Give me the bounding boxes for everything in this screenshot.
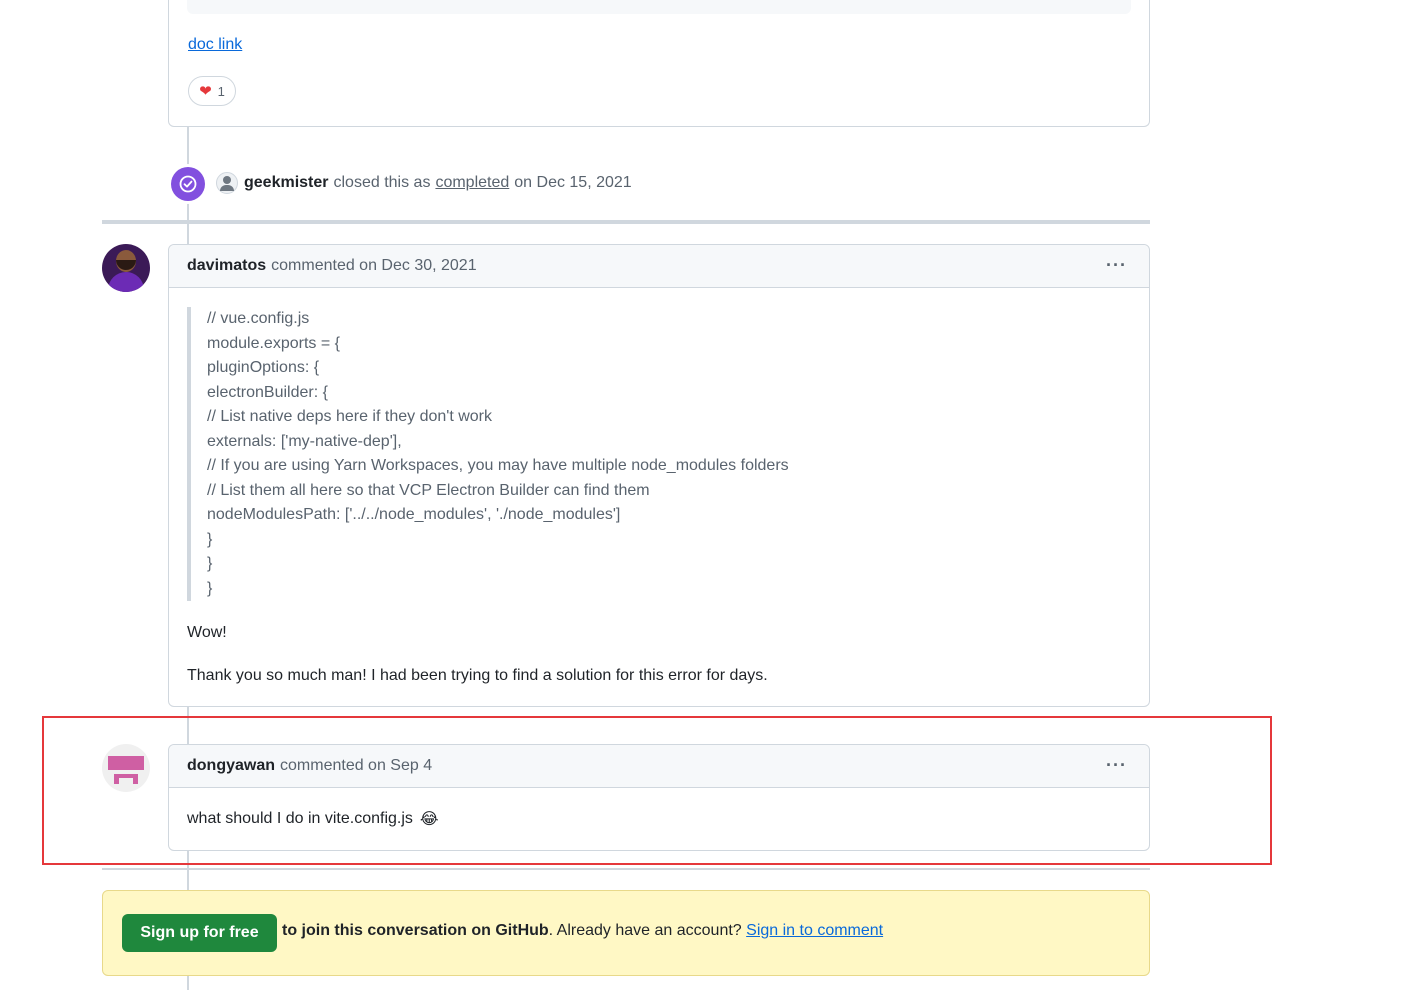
comment-meta[interactable]: commented on Sep 4 [280, 757, 432, 775]
heart-icon: ❤ [199, 83, 212, 100]
code-line: // vue.config.js [207, 310, 310, 327]
code-line: // List native deps here if they don't w… [207, 408, 492, 425]
comment-body: what should I do in vite.config.js 😂 [187, 809, 439, 829]
signup-text-bold: to join this conversation on GitHub [282, 922, 549, 939]
closed-event-text: geekmister closed this as completed on D… [216, 171, 632, 195]
signup-banner: Sign up for free to join this conversati… [102, 890, 1150, 976]
more-options-icon[interactable]: ··· [1106, 255, 1127, 276]
comment-dongyawan: dongyawan commented on Sep 4 ··· what sh… [168, 744, 1150, 851]
small-avatar[interactable] [216, 172, 238, 194]
event-user[interactable]: geekmister [244, 174, 329, 192]
comment-body-text: what should I do in vite.config.js [187, 810, 413, 827]
avatar-davimatos[interactable] [102, 244, 150, 292]
code-line: module.exports = { [207, 334, 340, 352]
timeline-end-separator [102, 868, 1150, 870]
code-line: } [207, 579, 213, 597]
code-line: } [207, 530, 213, 548]
code-line: externals: ['my-native-dep'], [207, 432, 402, 450]
comment-paragraph-2: Thank you so much man! I had been trying… [187, 667, 768, 684]
comment-header: davimatos commented on Dec 30, 2021 ··· [169, 245, 1149, 288]
event-date: on Dec 15, 2021 [514, 174, 632, 191]
more-options-icon[interactable]: ··· [1106, 755, 1127, 776]
doc-link[interactable]: doc link [188, 36, 242, 54]
completed-link[interactable]: completed [435, 174, 509, 192]
code-line: } [207, 555, 213, 572]
reaction-count: 1 [217, 83, 225, 99]
code-block-bottom [187, 0, 1131, 14]
avatar-dongyawan[interactable] [102, 744, 150, 792]
signup-button[interactable]: Sign up for free [122, 914, 277, 952]
comment-meta[interactable]: commented on Dec 30, 2021 [271, 257, 476, 275]
code-line: nodeModulesPath: ['../../node_modules', … [207, 506, 621, 523]
code-line: electronBuilder: { [207, 383, 328, 401]
quoted-code: // vue.config.js module.exports = { plugin… [207, 307, 1127, 601]
comment-paragraph-1: Wow! [187, 624, 227, 641]
sign-in-link[interactable]: Sign in to comment [746, 922, 883, 939]
signup-text-rest: . Already have an account? [548, 922, 742, 939]
user-silhouette-icon [223, 176, 231, 184]
comment-author[interactable]: dongyawan [187, 757, 275, 775]
code-line: // If you are using Yarn Workspaces, you… [207, 457, 789, 474]
heart-reaction-button[interactable]: ❤ 1 [188, 76, 236, 106]
signup-text: to join this conversation on GitHub. Alr… [282, 922, 883, 940]
closed-event-icon [171, 167, 205, 201]
code-line: pluginOptions: { [207, 359, 320, 376]
comment-davimatos: davimatos commented on Dec 30, 2021 ··· … [168, 244, 1150, 707]
event-action: closed this as [333, 174, 431, 191]
code-line: // List them all here so that VCP Electr… [207, 481, 650, 499]
laughing-emoji-icon: 😂 [419, 811, 439, 828]
timeline-separator [102, 220, 1150, 224]
comment-author[interactable]: davimatos [187, 257, 266, 275]
comment-header: dongyawan commented on Sep 4 ··· [169, 745, 1149, 788]
blockquote: // vue.config.js module.exports = { plugin… [187, 307, 1127, 601]
top-comment-box: doc link ❤ 1 [168, 0, 1150, 127]
